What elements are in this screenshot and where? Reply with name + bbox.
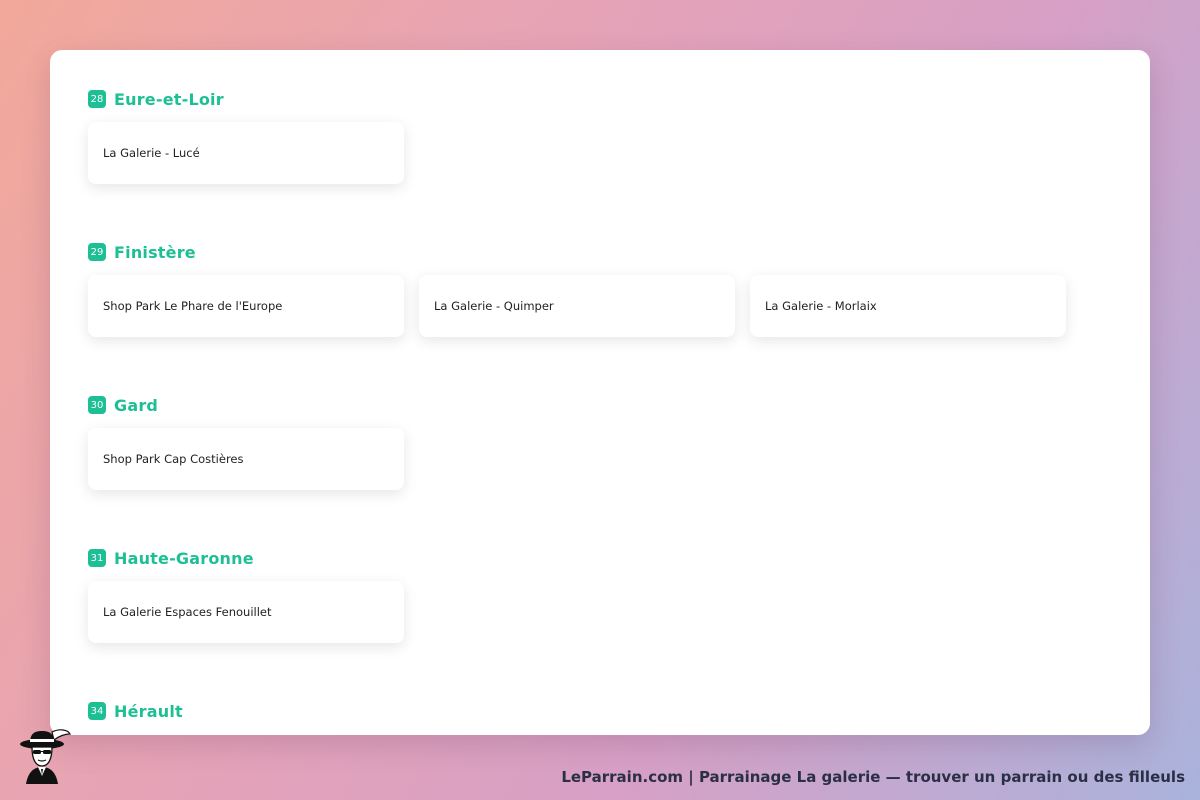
store-list: La Galerie Espaces Fenouillet <box>88 581 404 643</box>
department-section-31: 31 Haute-Garonne La Galerie Espaces Feno… <box>88 547 404 643</box>
store-list: Shop Park Le Phare de l'Europe La Galeri… <box>88 275 1066 337</box>
department-number-badge: 29 <box>88 243 106 261</box>
content-card: 28 Eure-et-Loir La Galerie - Lucé 29 Fin… <box>50 50 1150 735</box>
store-list: La Galerie - Lucé <box>88 122 404 184</box>
mascot-logo-icon <box>20 729 71 784</box>
department-number-badge: 34 <box>88 702 106 720</box>
section-header: 29 Finistère <box>88 241 196 263</box>
department-section-29: 29 Finistère Shop Park Le Phare de l'Eur… <box>88 241 1066 337</box>
store-card[interactable]: Shop Park Cap Costières <box>88 428 404 490</box>
footer-caption: LeParrain.com | Parrainage La galerie — … <box>561 768 1185 786</box>
store-card[interactable]: La Galerie - Morlaix <box>750 275 1066 337</box>
department-title: Haute-Garonne <box>114 548 254 568</box>
store-card[interactable]: La Galerie - Quimper <box>419 275 735 337</box>
section-header: 34 Hérault <box>88 700 183 722</box>
department-title: Eure-et-Loir <box>114 89 224 109</box>
store-card[interactable]: La Galerie Espaces Fenouillet <box>88 581 404 643</box>
store-card[interactable]: La Galerie - Lucé <box>88 122 404 184</box>
section-header: 28 Eure-et-Loir <box>88 88 224 110</box>
store-card[interactable]: Shop Park Le Phare de l'Europe <box>88 275 404 337</box>
section-header: 31 Haute-Garonne <box>88 547 254 569</box>
department-title: Finistère <box>114 242 196 262</box>
department-number-badge: 28 <box>88 90 106 108</box>
department-title: Gard <box>114 395 159 415</box>
department-number-badge: 30 <box>88 396 106 414</box>
department-section-28: 28 Eure-et-Loir La Galerie - Lucé <box>88 88 404 184</box>
department-section-34: 34 Hérault <box>88 700 183 722</box>
store-list: Shop Park Cap Costières <box>88 428 404 490</box>
department-title: Hérault <box>114 701 183 721</box>
department-section-30: 30 Gard Shop Park Cap Costières <box>88 394 404 490</box>
department-number-badge: 31 <box>88 549 106 567</box>
section-header: 30 Gard <box>88 394 158 416</box>
